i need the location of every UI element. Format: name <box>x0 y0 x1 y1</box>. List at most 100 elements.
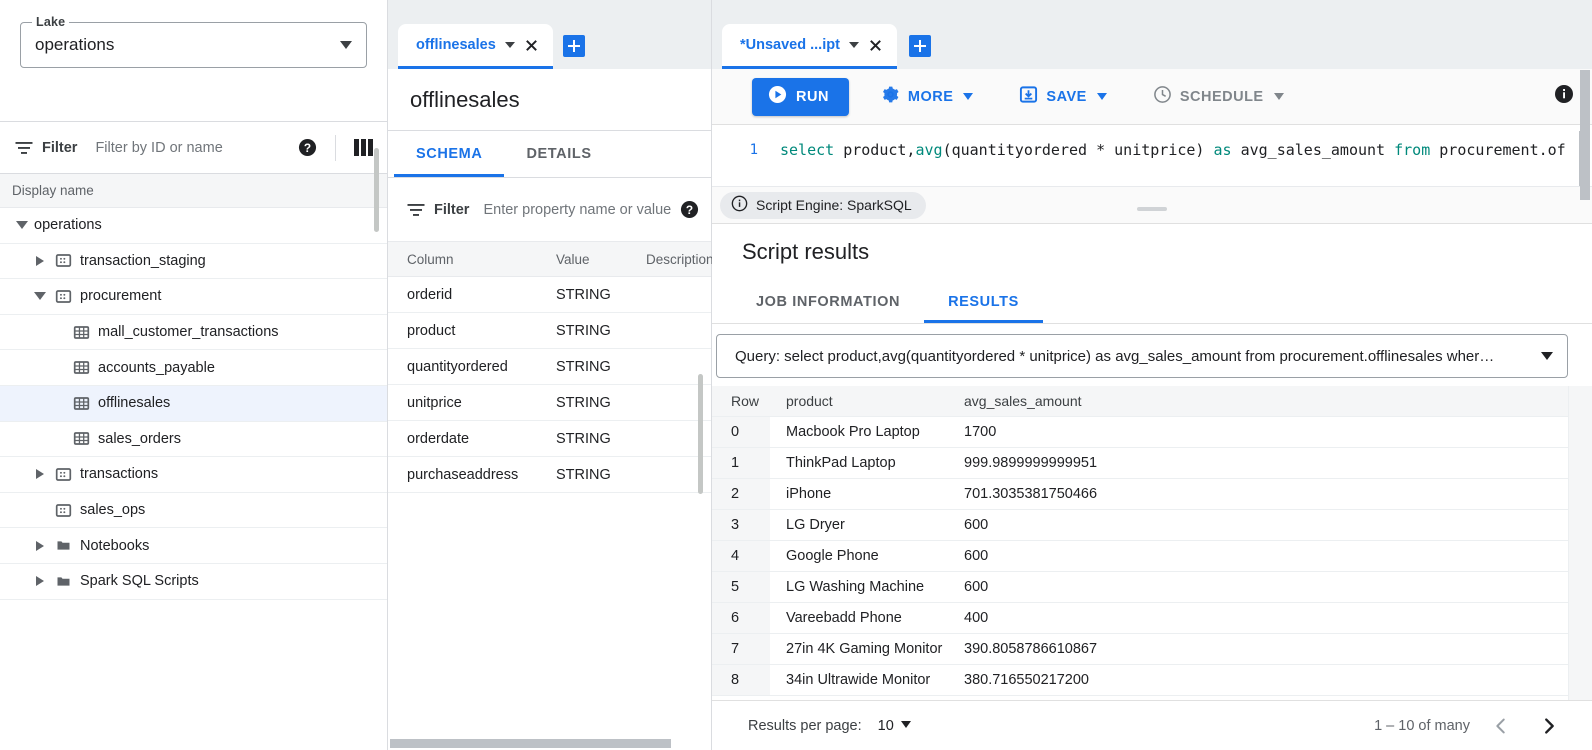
chevron-down-icon[interactable] <box>28 292 52 301</box>
tree-item-label: Notebooks <box>80 537 150 554</box>
chevron-right-icon[interactable] <box>28 469 52 480</box>
results-tab-job-information[interactable]: JOB INFORMATION <box>732 280 924 323</box>
tree-item-accounts-payable[interactable]: accounts_payable <box>0 350 387 386</box>
tree-item-label: sales_ops <box>80 502 146 519</box>
script-engine-label: Script Engine: SparkSQL <box>756 197 912 213</box>
results-row[interactable]: 0 Macbook Pro Laptop 1700 <box>712 417 1592 448</box>
results-row[interactable]: 7 27in 4K Gaming Monitor 390.8058786610867 <box>712 634 1592 665</box>
more-label: MORE <box>907 88 954 105</box>
property-filter-bar: Filter Enter property name or value ? <box>388 178 711 242</box>
schema-row[interactable]: orderdate STRING <box>388 421 711 457</box>
chevron-down-icon <box>1541 352 1553 360</box>
schema-table-body: orderid STRING product STRING quantityordere… <box>388 277 711 493</box>
results-cell-product: ThinkPad Laptop <box>786 455 896 471</box>
subtab-details[interactable]: DETAILS <box>504 131 613 177</box>
schema-row[interactable]: quantityordered STRING <box>388 349 711 385</box>
results-cell-product: LG Dryer <box>786 517 845 533</box>
add-tab-button[interactable] <box>562 35 585 57</box>
middle-horizontal-scrollbar[interactable] <box>388 739 671 750</box>
tab-unsaved-script[interactable]: *Unsaved ...ipt <box>722 24 897 69</box>
results-cell-product: LG Washing Machine <box>786 579 925 595</box>
chevron-right-icon[interactable] <box>1532 709 1566 743</box>
info-icon[interactable] <box>1554 84 1574 109</box>
tree-item-sales-orders[interactable]: sales_orders <box>0 422 387 458</box>
results-tab-results[interactable]: RESULTS <box>924 280 1043 323</box>
results-cell-product: iPhone <box>786 486 832 502</box>
tree-item-transaction-staging[interactable]: transaction_staging <box>0 244 387 280</box>
chevron-right-icon[interactable] <box>28 576 52 587</box>
results-row[interactable]: 2 iPhone 701.3035381750466 <box>712 479 1592 510</box>
results-col-header-row: Row <box>712 386 770 416</box>
schema-row[interactable]: orderid STRING <box>388 277 711 313</box>
panel-resize-handle[interactable] <box>1137 207 1167 211</box>
sidebar-scrollbar[interactable] <box>374 148 379 232</box>
lake-select[interactable]: Lake operations <box>20 15 367 68</box>
results-row[interactable]: 3 LG Dryer 600 <box>712 510 1592 541</box>
tree-item-procurement[interactable]: procurement <box>0 279 387 315</box>
tree-item-notebooks[interactable]: Notebooks <box>0 528 387 564</box>
results-row[interactable]: 6 Vareebadd Phone 400 <box>712 603 1592 634</box>
tree-item-label: operations <box>34 217 102 234</box>
right-panel-scrollbar[interactable] <box>1580 70 1590 200</box>
chevron-right-icon[interactable] <box>28 255 52 266</box>
schema-col-header-value: Value <box>556 251 590 267</box>
tree-item-label: offlinesales <box>98 395 171 412</box>
tree-item-mall-customer-transactions[interactable]: mall_customer_transactions <box>0 315 387 351</box>
tree-item-offlinesales[interactable]: offlinesales <box>0 385 387 422</box>
save-label: SAVE <box>1046 88 1087 105</box>
tree-item-sales-ops[interactable]: sales_ops <box>0 493 387 529</box>
schema-row[interactable]: purchaseaddress STRING <box>388 457 711 493</box>
middle-tabstrip: offlinesales <box>388 0 711 69</box>
database-icon <box>52 252 74 269</box>
tree-item-transactions[interactable]: transactions <box>0 457 387 493</box>
chevron-down-icon[interactable] <box>504 42 515 48</box>
sql-editor[interactable]: 1 select product,avg(quantityordered * u… <box>712 125 1592 187</box>
help-icon[interactable]: ? <box>680 200 699 219</box>
tab-offlinesales[interactable]: offlinesales <box>398 24 553 69</box>
chevron-right-icon[interactable] <box>28 540 52 551</box>
subtab-schema[interactable]: SCHEMA <box>394 131 504 177</box>
middle-vertical-scrollbar[interactable] <box>698 374 703 494</box>
columns-icon[interactable] <box>354 139 374 156</box>
tree-item-operations[interactable]: operations <box>0 208 387 244</box>
results-cell-row: 1 <box>712 448 770 478</box>
tab-label: offlinesales <box>416 37 496 53</box>
chevron-down-icon[interactable] <box>10 221 34 230</box>
results-table-header: Row product avg_sales_amount <box>712 386 1592 417</box>
results-col-header-product: product <box>786 393 833 409</box>
save-button[interactable]: SAVE <box>1005 78 1120 116</box>
schema-cell-column: purchaseaddress <box>407 466 519 483</box>
query-select-text: Query: select product,avg(quantityordere… <box>735 347 1495 365</box>
results-row[interactable]: 5 LG Washing Machine 600 <box>712 572 1592 603</box>
chevron-down-icon[interactable] <box>848 42 859 48</box>
schema-cell-value: STRING <box>556 466 611 483</box>
save-icon <box>1019 85 1038 108</box>
schedule-button[interactable]: SCHEDULE <box>1139 78 1298 116</box>
add-tab-button[interactable] <box>908 35 931 57</box>
close-icon[interactable] <box>524 38 539 53</box>
results-row[interactable]: 1 ThinkPad Laptop 999.9899999999951 <box>712 448 1592 479</box>
help-icon[interactable]: ? <box>298 138 317 157</box>
tree-item-label: accounts_payable <box>98 359 215 376</box>
per-page-select[interactable]: 10 <box>878 718 911 734</box>
results-cell-avg: 1700 <box>964 424 997 440</box>
results-row[interactable]: 4 Google Phone 600 <box>712 541 1592 572</box>
schema-cell-value: STRING <box>556 322 611 339</box>
schema-row[interactable]: product STRING <box>388 313 711 349</box>
line-number: 1 <box>749 142 758 158</box>
database-icon <box>52 502 74 519</box>
results-row[interactable]: 8 34in Ultrawide Monitor 380.716550217200 <box>712 665 1592 696</box>
sidebar-filter-input[interactable] <box>95 139 298 156</box>
svg-text:?: ? <box>304 141 311 155</box>
schema-row[interactable]: unitprice STRING <box>388 385 711 421</box>
schema-cell-value: STRING <box>556 358 611 375</box>
close-icon[interactable] <box>868 38 883 53</box>
chevron-left-icon[interactable] <box>1484 709 1518 743</box>
property-filter-input[interactable]: Enter property name or value <box>483 200 680 220</box>
more-button[interactable]: MORE <box>867 78 988 116</box>
results-cell-row: 6 <box>712 603 770 633</box>
run-button[interactable]: RUN <box>752 77 849 116</box>
tree-item-spark-sql-scripts[interactable]: Spark SQL Scripts <box>0 564 387 600</box>
query-select[interactable]: Query: select product,avg(quantityordere… <box>716 334 1568 378</box>
results-cell-avg: 999.9899999999951 <box>964 455 1098 471</box>
